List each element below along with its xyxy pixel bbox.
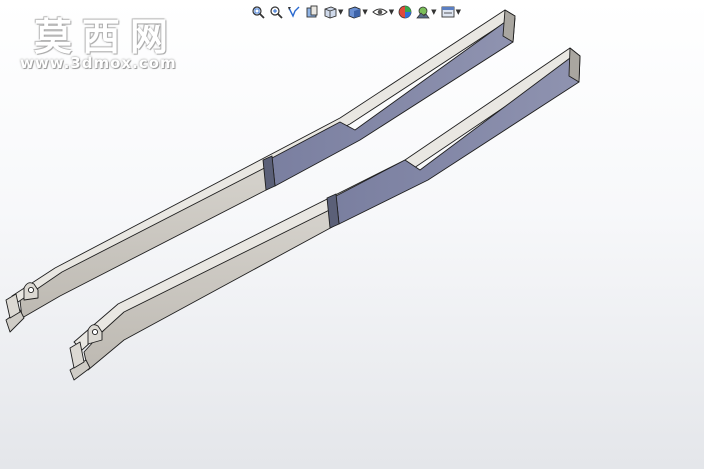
- apply-scene-button[interactable]: ▼: [415, 4, 437, 20]
- previous-view-icon: [288, 6, 300, 18]
- view-orientation-icon: [324, 6, 337, 19]
- beam-rear-end-cap: [502, 9, 516, 43]
- beam-front[interactable]: [69, 47, 581, 381]
- section-view-button[interactable]: [304, 4, 320, 20]
- display-style-icon: [348, 6, 361, 19]
- zoom-to-area-button[interactable]: [268, 4, 284, 20]
- zoom-to-fit-button[interactable]: [250, 4, 266, 20]
- hide-show-items-button[interactable]: ▼: [371, 4, 395, 20]
- beam-rear-rear-section: [271, 17, 516, 187]
- watermark: 莫西网 www.3dmox.com: [20, 6, 210, 72]
- watermark-url: www.3dmox.com: [20, 54, 177, 72]
- chevron-down-icon: ▼: [338, 8, 344, 16]
- zoom-to-area-icon: [270, 6, 283, 19]
- chevron-down-icon: ▼: [388, 8, 395, 16]
- beam-front-rear-section: [335, 55, 581, 225]
- heads-up-view-toolbar: ▼ ▼ ▼ ▼ ▼: [250, 3, 462, 21]
- section-view-icon: [306, 5, 318, 18]
- apply-scene-icon: [416, 6, 430, 19]
- edit-appearance-button[interactable]: [397, 4, 413, 20]
- watermark-brand: 莫西网: [34, 14, 179, 59]
- zoom-to-fit-icon: [252, 6, 265, 19]
- view-orientation-button[interactable]: ▼: [322, 4, 344, 20]
- hide-show-items-icon: [372, 8, 388, 16]
- beam-front-end-cap: [568, 47, 581, 83]
- view-settings-icon: [441, 6, 455, 18]
- view-settings-button[interactable]: ▼: [440, 4, 462, 20]
- chevron-down-icon: ▼: [362, 8, 368, 16]
- display-style-button[interactable]: ▼: [346, 4, 368, 20]
- previous-view-button[interactable]: [286, 4, 302, 20]
- edit-appearance-icon: [398, 5, 412, 19]
- chevron-down-icon: ▼: [455, 8, 461, 16]
- chevron-down-icon: ▼: [431, 8, 437, 16]
